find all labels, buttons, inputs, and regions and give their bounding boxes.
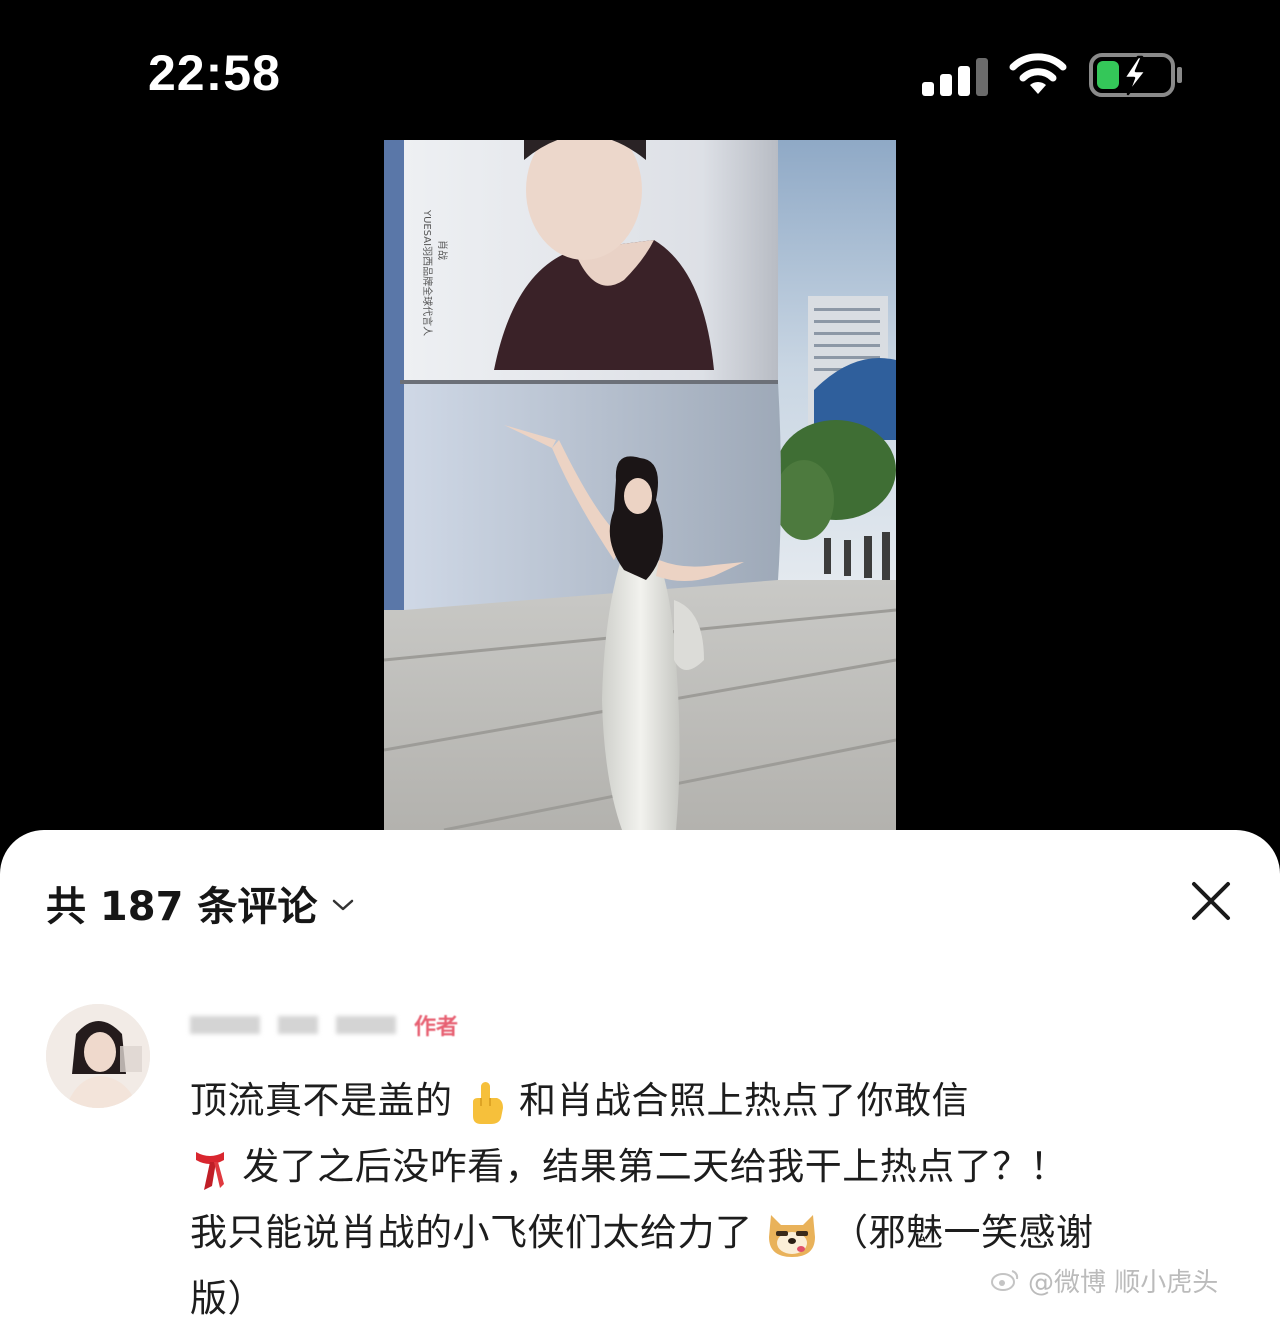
- comment-text-1a: 顶流真不是盖的: [190, 1079, 453, 1122]
- wifi-icon: [1009, 53, 1067, 94]
- screen: 22:58 YUESAI羽西品牌全球代言人 肖战 共 187 条评论 作者 顶流…: [0, 0, 1280, 1323]
- author-name-blurred-2: [278, 1016, 318, 1034]
- comment-text-1b: 和肖战合照上热点了你敢信: [519, 1079, 970, 1122]
- avatar[interactable]: [46, 1004, 150, 1108]
- watermark: @微博 顺小虎头: [990, 1260, 1270, 1300]
- author-name-blurred: [190, 1016, 260, 1034]
- red-scarf-emoji-icon: [196, 1151, 224, 1190]
- close-icon: [1192, 882, 1230, 920]
- comment-line-1: 顶流真不是盖的 和肖战合照上热点了你敢信: [190, 1068, 1190, 1134]
- comment-text-2: 发了之后没咋看，结果第二天给我干上热点了？！: [242, 1145, 1068, 1188]
- chevron-down-icon: [333, 899, 354, 911]
- svg-text:YUESAI羽西品牌全球代言人: YUESAI羽西品牌全球代言人: [421, 209, 434, 336]
- post-photo[interactable]: YUESAI羽西品牌全球代言人 肖战: [384, 140, 896, 830]
- close-button[interactable]: [1186, 876, 1236, 926]
- comment-line-2: 发了之后没咋看，结果第二天给我干上热点了？！: [190, 1134, 1190, 1200]
- author-name-blurred-3: [336, 1016, 396, 1034]
- status-bar: 22:58: [0, 0, 1280, 140]
- weibo-logo-icon: [991, 1270, 1019, 1291]
- battery-charging-icon: [1089, 53, 1182, 97]
- author-badge: 作者: [414, 1015, 459, 1040]
- comments-count-dropdown[interactable]: 共 187 条评论: [46, 874, 355, 932]
- photo-illustration: YUESAI羽西品牌全球代言人 肖战: [384, 140, 896, 830]
- signal-icon: [922, 58, 988, 96]
- comments-sheet: 共 187 条评论 作者 顶流真不是盖的 和肖战合照上热点了你敢信 发了之后没咋…: [0, 830, 1280, 1323]
- comments-title: 共 187 条评论: [46, 884, 318, 930]
- comment-text-3b: （邪魅一笑感谢: [831, 1211, 1094, 1254]
- svg-text:肖战: 肖战: [436, 240, 449, 260]
- pointing-up-emoji-icon: [472, 1081, 503, 1124]
- doge-emoji-icon: [768, 1214, 815, 1257]
- watermark-text: @微博 顺小虎头: [1028, 1267, 1219, 1298]
- status-time: 22:58: [148, 45, 281, 101]
- comment-text-3a: 我只能说肖战的小飞侠们太给力了: [190, 1211, 753, 1254]
- comment-line-3: 我只能说肖战的小飞侠们太给力了 （邪魅一笑感谢: [190, 1200, 1190, 1266]
- comment-author-row: 作者: [190, 1010, 458, 1040]
- comment-text-4: 版）: [190, 1277, 265, 1320]
